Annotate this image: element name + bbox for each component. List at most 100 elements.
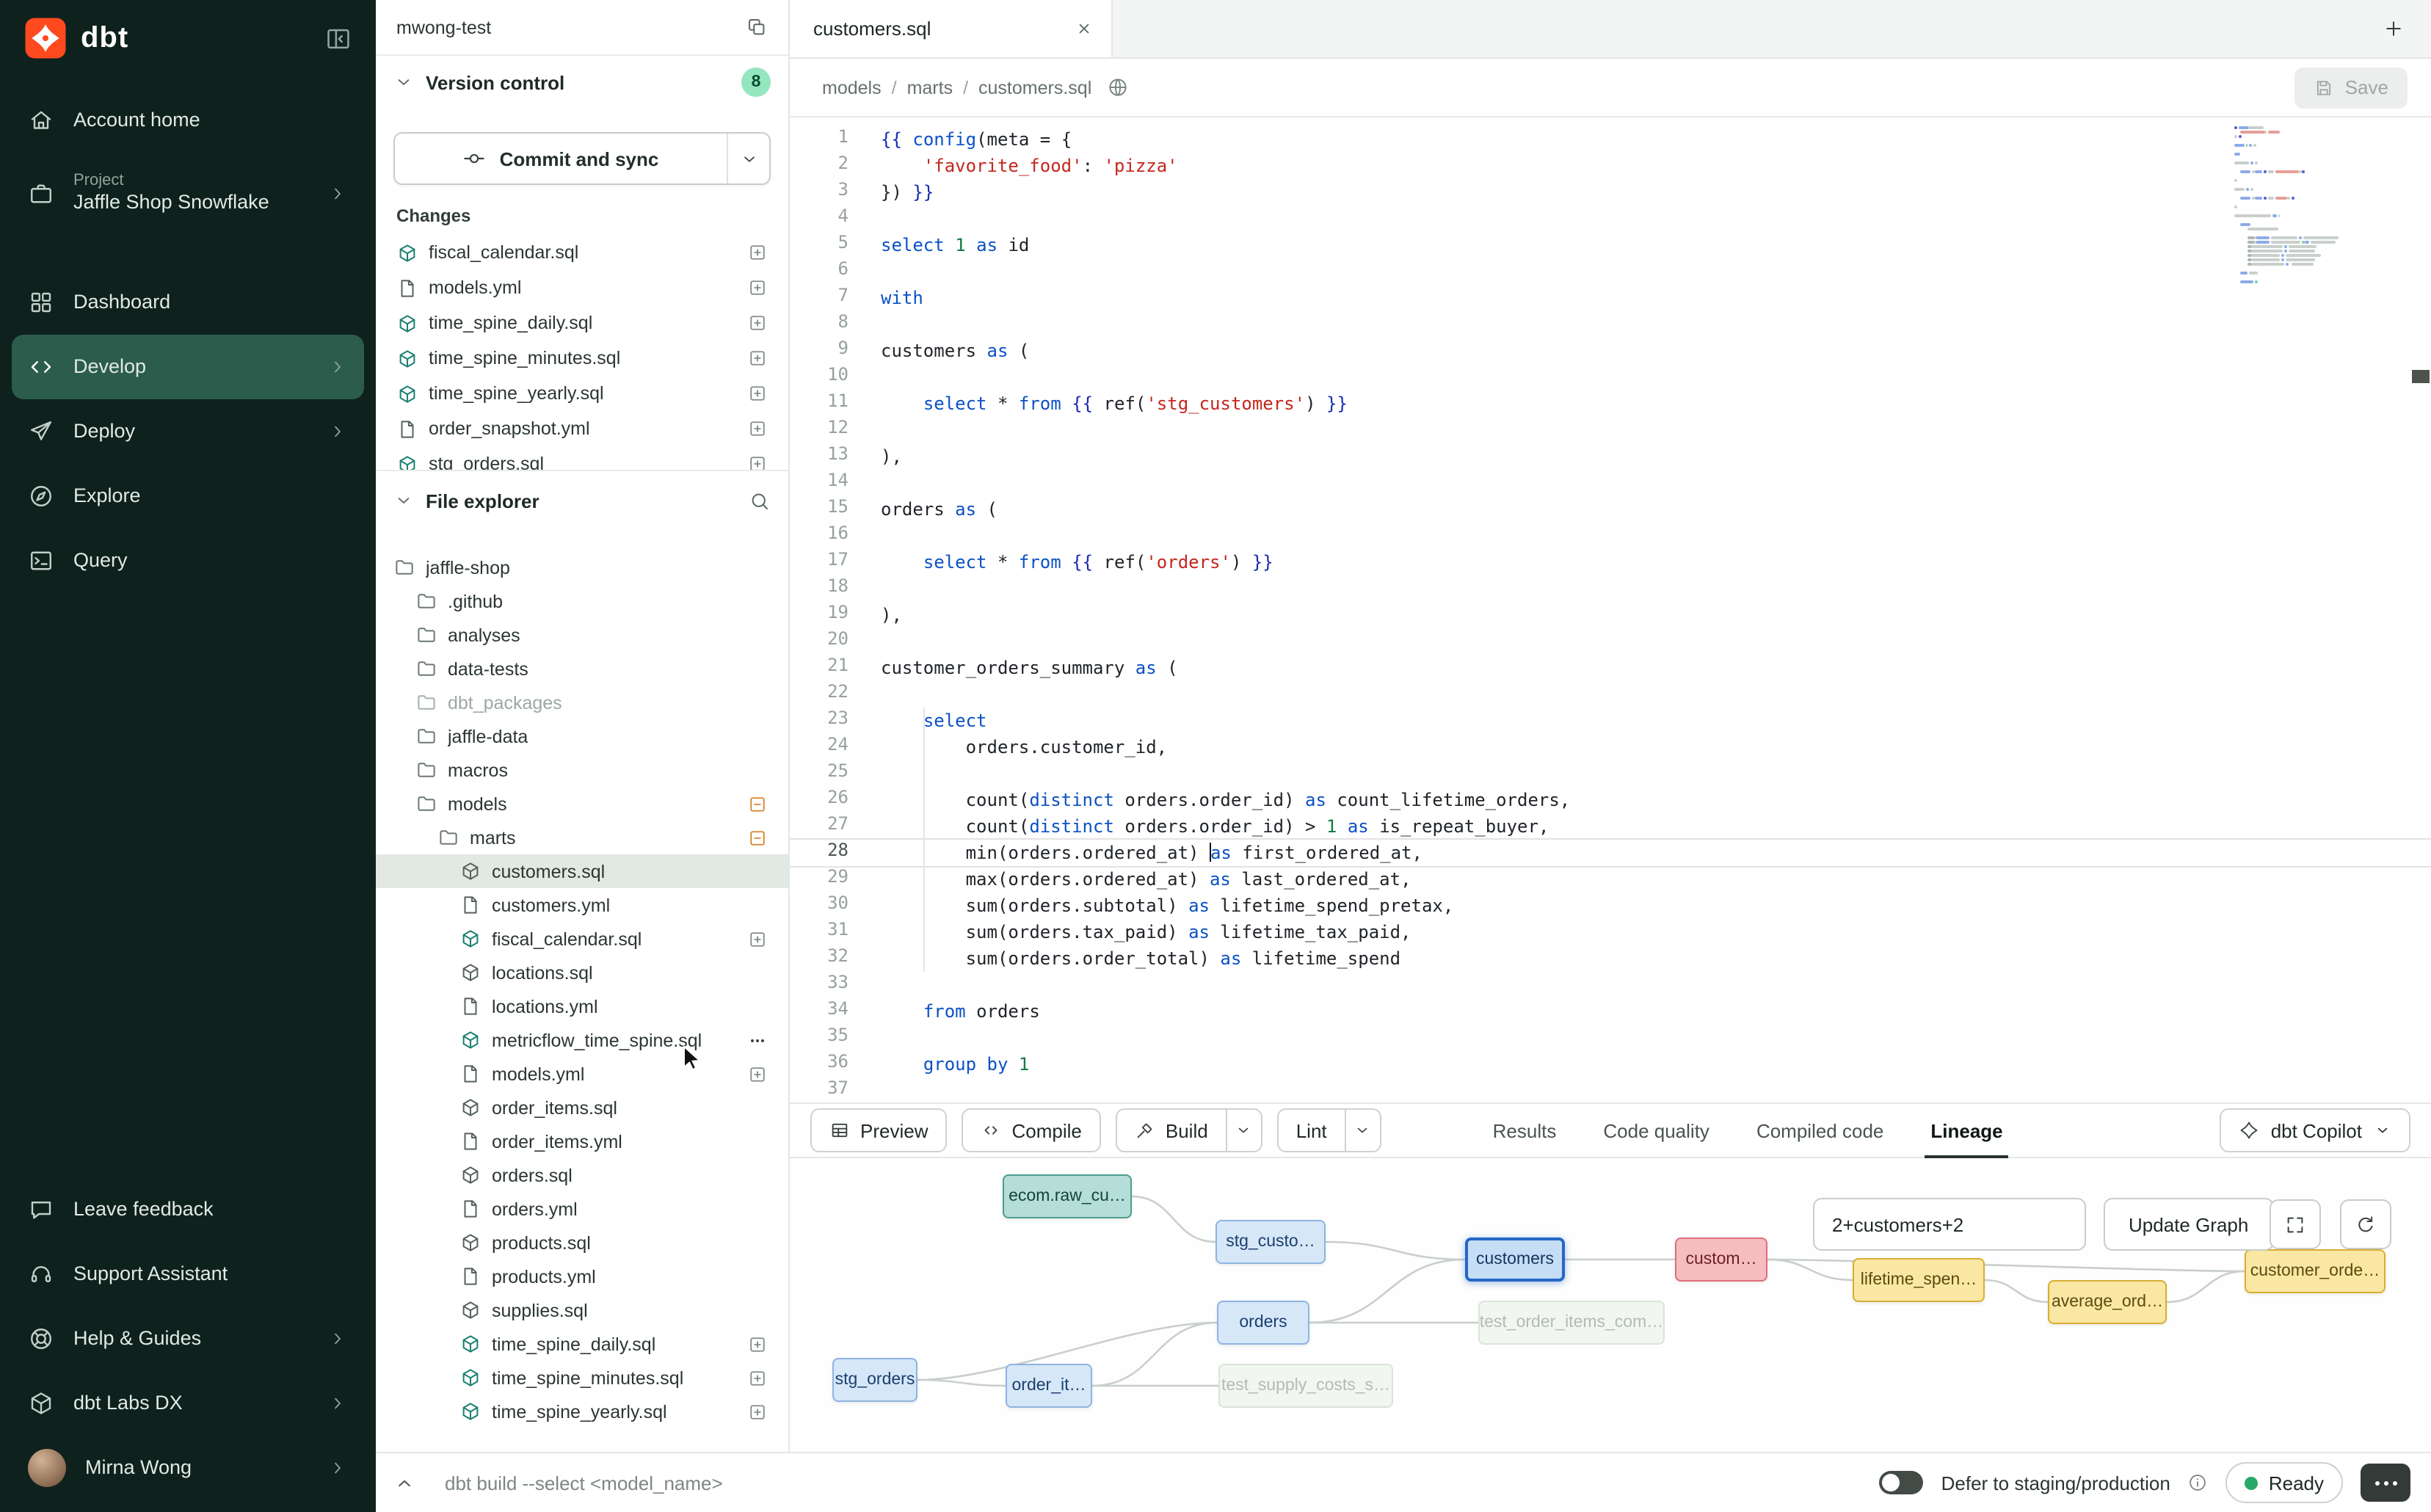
panel-tab-results[interactable]: Results (1469, 1102, 1580, 1158)
file-macros[interactable]: macros (376, 753, 788, 787)
command-placeholder[interactable]: dbt build --select <model_name> (445, 1472, 723, 1494)
close-tab-icon[interactable] (1075, 19, 1094, 38)
lineage-node-ecom-raw[interactable]: ecom.raw_cu… (1003, 1174, 1132, 1218)
sidebar-item-leave-feedback[interactable]: Leave feedback (12, 1177, 364, 1242)
sidebar-item-dashboard[interactable]: Dashboard (12, 270, 364, 335)
changed-file-time-spine-minutes-sql[interactable]: time_spine_minutes.sql (376, 341, 788, 376)
file-orders-yml[interactable]: orders.yml (376, 1192, 788, 1226)
changed-file-order-snapshot-yml[interactable]: order_snapshot.yml (376, 411, 788, 446)
sidebar-item-dbt-labs-dx[interactable]: dbt Labs DX (12, 1371, 364, 1436)
dbt-copilot-button[interactable]: dbt Copilot (2220, 1108, 2410, 1152)
file-time-spine-yearly-sql[interactable]: time_spine_yearly.sql (376, 1395, 788, 1428)
file-marts[interactable]: marts (376, 821, 788, 854)
changed-file-models-yml[interactable]: models.yml (376, 270, 788, 305)
file-fiscal-calendar-sql[interactable]: fiscal_calendar.sql (376, 922, 788, 956)
defer-toggle[interactable] (1880, 1471, 1924, 1494)
nav-label: Mirna Wong (85, 1455, 192, 1480)
sidebar-item-explore[interactable]: Explore (12, 464, 364, 528)
commit-split-button: Commit and sync (393, 132, 771, 185)
version-control-header[interactable]: Version control 8 (376, 56, 788, 109)
lineage-node-customers[interactable]: customers (1465, 1237, 1565, 1282)
sidebar-item-support-assistant[interactable]: Support Assistant (12, 1242, 364, 1306)
refresh-icon[interactable] (2340, 1199, 2391, 1249)
changed-file-fiscal-calendar-sql[interactable]: fiscal_calendar.sql (376, 235, 788, 270)
lint-button[interactable]: Lint (1277, 1108, 1346, 1152)
sidebar-item-query[interactable]: Query (12, 528, 364, 593)
lineage-panel[interactable]: stg_orders ecom.raw_cu… order_it… stg_custo… (790, 1158, 2431, 1452)
sidebar-item-mirna-wong[interactable]: Mirna Wong (12, 1436, 364, 1500)
build-options-button[interactable] (1227, 1108, 1262, 1152)
file-models-yml[interactable]: models.yml (376, 1057, 788, 1091)
copy-branch-icon[interactable] (746, 16, 768, 38)
sidebar-item-help-guides[interactable]: Help & Guides (12, 1306, 364, 1371)
ide-status-ready[interactable]: Ready (2226, 1462, 2343, 1503)
sidebar-item-deploy[interactable]: Deploy (12, 399, 364, 464)
file-jaffle-data[interactable]: jaffle-data (376, 719, 788, 753)
file-products-sql[interactable]: products.sql (376, 1226, 788, 1260)
lineage-node-test-supply[interactable]: test_supply_costs_s… (1218, 1364, 1393, 1408)
panel-tab-compiled-code[interactable]: Compiled code (1733, 1102, 1907, 1158)
build-button[interactable]: Build (1116, 1108, 1227, 1152)
breadcrumb-marts[interactable]: marts (907, 77, 953, 98)
more-options-button[interactable] (2361, 1464, 2410, 1502)
file-explorer-header[interactable]: File explorer (376, 471, 788, 530)
file-locations-yml[interactable]: locations.yml (376, 989, 788, 1023)
changed-file-time-spine-yearly-sql[interactable]: time_spine_yearly.sql (376, 376, 788, 411)
changed-file-stg-orders-sql[interactable]: stg_orders.sql (376, 446, 788, 470)
file-github[interactable]: .github (376, 584, 788, 618)
commit-options-button[interactable] (727, 134, 769, 183)
file-supplies-sql[interactable]: supplies.sql (376, 1293, 788, 1327)
save-button[interactable]: Save (2295, 67, 2408, 108)
file-jaffle-shop[interactable]: jaffle-shop (376, 550, 788, 584)
collapse-sidebar-icon[interactable] (324, 24, 352, 52)
lint-options-button[interactable] (1346, 1108, 1381, 1152)
code-editor[interactable]: 1234567891011121314151617181920212223242… (790, 117, 2431, 1102)
sidebar-item-jaffle-shop-snowflake[interactable]: ProjectJaffle Shop Snowflake (12, 153, 364, 235)
lineage-node-lifetime[interactable]: lifetime_spen… (1853, 1258, 1985, 1302)
lineage-node-orders[interactable]: orders (1217, 1301, 1309, 1345)
sidebar-item-account-home[interactable]: Account home (12, 88, 364, 153)
sidebar-item-develop[interactable]: Develop (12, 335, 364, 399)
lineage-node-stg-orders[interactable]: stg_orders (832, 1358, 917, 1402)
search-icon[interactable] (749, 490, 771, 512)
docs-sphere-icon[interactable] (1106, 76, 1128, 98)
file-customers-yml[interactable]: customers.yml (376, 888, 788, 922)
new-tab-icon[interactable] (2383, 18, 2405, 40)
fullscreen-icon[interactable] (2270, 1199, 2321, 1249)
lineage-node-custom[interactable]: custom… (1675, 1237, 1767, 1282)
changed-file-time-spine-daily-sql[interactable]: time_spine_daily.sql (376, 305, 788, 341)
file-metricflow-time-spine-sql[interactable]: metricflow_time_spine.sql (376, 1023, 788, 1057)
command-bar: dbt build --select <model_name> Defer to… (376, 1452, 2431, 1512)
file-order-items-sql[interactable]: order_items.sql (376, 1091, 788, 1124)
preview-button[interactable]: Preview (810, 1108, 948, 1152)
info-icon[interactable] (2188, 1472, 2209, 1493)
file-order-items-yml[interactable]: order_items.yml (376, 1124, 788, 1158)
branch-name[interactable]: mwong-test (396, 17, 746, 37)
file-dbt-packages[interactable]: dbt_packages (376, 686, 788, 719)
lineage-node-average[interactable]: average_ord… (2048, 1280, 2167, 1324)
panel-tab-code-quality[interactable]: Code quality (1580, 1102, 1733, 1158)
commit-and-sync-button[interactable]: Commit and sync (395, 134, 727, 183)
file-data-tests[interactable]: data-tests (376, 652, 788, 686)
file-locations-sql[interactable]: locations.sql (376, 956, 788, 989)
file-products-yml[interactable]: products.yml (376, 1260, 788, 1293)
lineage-node-stg-custo[interactable]: stg_custo… (1216, 1220, 1326, 1264)
lineage-selector-input[interactable] (1813, 1198, 2086, 1251)
file-time-spine-daily-sql[interactable]: time_spine_daily.sql (376, 1327, 788, 1361)
lineage-node-order-it[interactable]: order_it… (1006, 1364, 1092, 1408)
tab-customers-sql[interactable]: customers.sql (790, 0, 1113, 57)
editor-scrollbar-thumb[interactable] (2412, 370, 2430, 383)
file-orders-sql[interactable]: orders.sql (376, 1158, 788, 1192)
file-time-spine-minutes-sql[interactable]: time_spine_minutes.sql (376, 1361, 788, 1395)
breadcrumb-models[interactable]: models (822, 77, 882, 98)
file-models[interactable]: models (376, 787, 788, 821)
update-graph-button[interactable]: Update Graph (2104, 1198, 2273, 1251)
lineage-node-customer-orde[interactable]: customer_orde… (2245, 1249, 2385, 1293)
lineage-node-test-order[interactable]: test_order_items_com… (1478, 1301, 1665, 1345)
file-analyses[interactable]: analyses (376, 618, 788, 652)
compile-button[interactable]: Compile (962, 1108, 1101, 1152)
expand-command-bar-icon[interactable] (393, 1472, 415, 1494)
file-customers-sql[interactable]: customers.sql (376, 854, 788, 888)
panel-tab-lineage[interactable]: Lineage (1907, 1102, 2026, 1158)
editor-minimap[interactable] (2234, 126, 2369, 289)
